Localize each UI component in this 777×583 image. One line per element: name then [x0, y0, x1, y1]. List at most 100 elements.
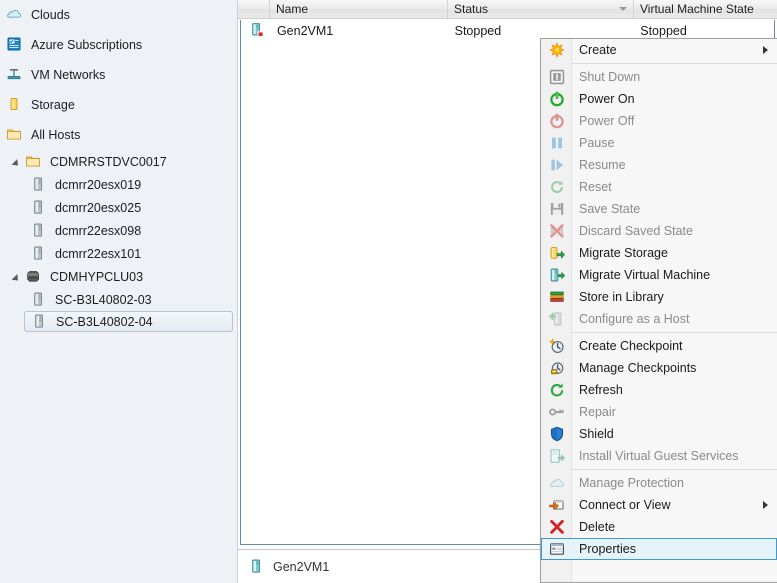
sidebar-item-label: dcmrr22esx098	[55, 223, 142, 238]
menu-item-shield[interactable]: Shield	[541, 423, 777, 445]
menu-item-label: Manage Protection	[579, 476, 684, 490]
sidebar-item-label: Storage	[31, 98, 75, 112]
menu-item-label: Configure as a Host	[579, 312, 690, 326]
create-star-icon	[541, 39, 572, 61]
shield-icon	[541, 423, 572, 445]
menu-item-label: Repair	[579, 405, 616, 419]
menu-item-power-on[interactable]: Power On	[541, 88, 777, 110]
host-icon	[30, 222, 48, 240]
menu-item-discard-saved-state: Discard Saved State	[541, 220, 777, 242]
menu-item-install-virtual-guest-services: Install Virtual Guest Services	[541, 445, 777, 467]
sidebar-item-cdmhypclu03[interactable]: CDMHYPCLU03	[0, 265, 237, 288]
menu-item-label: Connect or View	[579, 498, 671, 512]
column-header-label: Status	[454, 2, 489, 16]
expander-triangle-icon[interactable]	[12, 156, 24, 168]
sidebar-item-label: dcmrr22esx101	[55, 246, 142, 261]
save-state-icon	[541, 198, 572, 220]
sidebar-item-vm-networks[interactable]: VM Networks	[0, 60, 237, 90]
menu-item-create[interactable]: Create	[541, 39, 777, 61]
menu-item-resume: Resume	[541, 154, 777, 176]
menu-item-label: Create Checkpoint	[579, 339, 683, 353]
sidebar-item-azure-subscriptions[interactable]: Azure Subscriptions	[0, 30, 237, 60]
menu-item-label: Delete	[579, 520, 616, 534]
menu-item-label: Power Off	[579, 114, 635, 128]
sidebar-item-dcmrr22esx101[interactable]: dcmrr22esx101	[0, 242, 237, 265]
sidebar-item-dcmrr22esx098[interactable]: dcmrr22esx098	[0, 219, 237, 242]
folder-icon	[6, 126, 24, 144]
menu-item-save-state: Save State	[541, 198, 777, 220]
sidebar-item-dcmrr20esx019[interactable]: dcmrr20esx019	[0, 173, 237, 196]
sidebar-item-dcmrr20esx025[interactable]: dcmrr20esx025	[0, 196, 237, 219]
shut-down-icon	[541, 66, 572, 88]
menu-item-refresh[interactable]: Refresh	[541, 379, 777, 401]
migrate-vm-icon	[541, 264, 572, 286]
list-column-headers[interactable]: Name Status Virtual Machine State	[238, 0, 777, 19]
delete-icon	[541, 516, 572, 538]
sidebar-item-label: dcmrr20esx025	[55, 200, 142, 215]
column-header-label: Virtual Machine State	[640, 2, 754, 16]
azure-icon	[6, 36, 24, 54]
menu-item-label: Store in Library	[579, 290, 664, 304]
sidebar-item-storage[interactable]: Storage	[0, 90, 237, 120]
resume-icon	[541, 154, 572, 176]
detail-bar-label: Gen2VM1	[273, 559, 330, 574]
properties-icon	[542, 538, 572, 560]
menu-item-label: Migrate Storage	[579, 246, 668, 260]
storage-icon	[6, 96, 24, 114]
menu-item-delete[interactable]: Delete	[541, 516, 777, 538]
menu-item-connect-or-view[interactable]: Connect or View	[541, 494, 777, 516]
menu-item-label: Migrate Virtual Machine	[579, 268, 711, 282]
cluster-icon	[25, 268, 43, 286]
sidebar-item-label: Azure Subscriptions	[31, 38, 143, 52]
menu-item-label: Resume	[579, 158, 626, 172]
manage-checkpoints-icon	[541, 357, 572, 379]
migrate-storage-icon	[541, 242, 572, 264]
scvmm-window: Clouds Azure Subscriptions VM Networks Stor…	[0, 0, 777, 583]
menu-item-label: Install Virtual Guest Services	[579, 449, 739, 463]
chevron-down-icon[interactable]	[619, 7, 627, 11]
menu-item-power-off: Power Off	[541, 110, 777, 132]
context-menu[interactable]: Create Shut Down Power On Power Off Pause Res…	[540, 38, 777, 583]
menu-item-label: Shut Down	[579, 70, 641, 84]
menu-item-configure-as-a-host: Configure as a Host	[541, 308, 777, 330]
menu-item-label: Manage Checkpoints	[579, 361, 697, 375]
expander-triangle-icon[interactable]	[12, 271, 24, 283]
column-header-status[interactable]: Status	[448, 0, 634, 18]
row-icon-cell	[241, 22, 271, 40]
configure-host-icon	[541, 308, 572, 330]
menu-item-properties[interactable]: Properties	[541, 538, 777, 560]
menu-item-store-in-library[interactable]: Store in Library	[541, 286, 777, 308]
sidebar-item-label: CDMHYPCLU03	[50, 269, 144, 284]
column-header-sel[interactable]	[238, 0, 270, 18]
vm-stopped-icon	[249, 22, 267, 40]
navigation-tree[interactable]: Clouds Azure Subscriptions VM Networks Stor…	[0, 0, 238, 583]
sidebar-item-label: SC-B3L40802-04	[56, 314, 153, 329]
column-header-name[interactable]: Name	[270, 0, 448, 18]
menu-item-label: Properties	[579, 542, 636, 556]
host-icon	[31, 313, 49, 331]
create-checkpoint-icon	[541, 335, 572, 357]
menu-item-manage-protection: Manage Protection	[541, 472, 777, 494]
sidebar-item-sc-b3l40802-04[interactable]: SC-B3L40802-04	[24, 311, 233, 332]
sidebar-item-clouds[interactable]: Clouds	[0, 0, 237, 30]
sidebar-item-label: CDMRRSTDVC0017	[50, 154, 167, 169]
sidebar-item-all-hosts[interactable]: All Hosts	[0, 120, 237, 150]
column-header-vmstate[interactable]: Virtual Machine State	[634, 0, 777, 18]
power-off-icon	[541, 110, 572, 132]
menu-item-label: Power On	[579, 92, 635, 106]
menu-item-label: Save State	[579, 202, 641, 216]
menu-item-label: Refresh	[579, 383, 623, 397]
manage-protection-icon	[541, 472, 572, 494]
menu-item-reset: Reset	[541, 176, 777, 198]
vm-network-icon	[6, 66, 24, 84]
vm-icon	[248, 558, 266, 576]
sidebar-item-sc-b3l40802-03[interactable]: SC-B3L40802-03	[0, 288, 237, 311]
menu-item-migrate-storage[interactable]: Migrate Storage	[541, 242, 777, 264]
reset-icon	[541, 176, 572, 198]
menu-item-migrate-virtual-machine[interactable]: Migrate Virtual Machine	[541, 264, 777, 286]
sidebar-item-cdmrrstdvc0017[interactable]: CDMRRSTDVC0017	[0, 150, 237, 173]
menu-item-create-checkpoint[interactable]: Create Checkpoint	[541, 335, 777, 357]
sidebar-item-label: VM Networks	[31, 68, 106, 82]
menu-item-manage-checkpoints[interactable]: Manage Checkpoints	[541, 357, 777, 379]
sidebar-item-label: All Hosts	[31, 128, 81, 142]
